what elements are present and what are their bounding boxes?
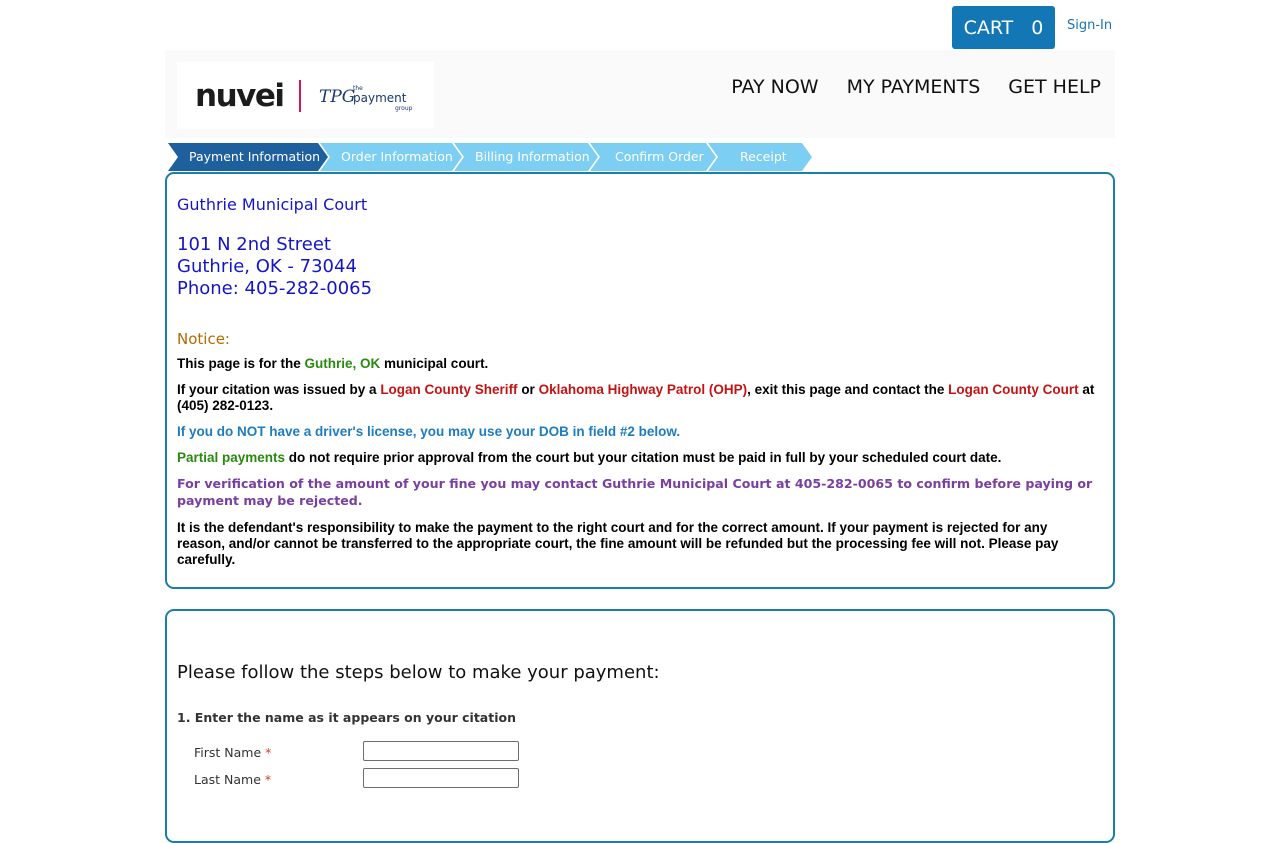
first-name-input[interactable] <box>363 741 519 761</box>
nav-pay-now[interactable]: PAY NOW <box>731 76 818 98</box>
tpg-group: group <box>395 105 413 112</box>
nav-get-help[interactable]: GET HELP <box>1008 76 1101 98</box>
court-info-panel: Guthrie Municipal Court 101 N 2nd Street… <box>165 172 1115 589</box>
progress-steps: Payment Information Order Information Bi… <box>168 143 818 171</box>
court-address-line1: 101 N 2nd Street <box>177 234 331 255</box>
nav-my-payments[interactable]: MY PAYMENTS <box>847 76 981 98</box>
tpg-mark: TPG <box>319 87 355 107</box>
step1-label: 1. Enter the name as it appears on your … <box>177 710 516 725</box>
court-phone: Phone: 405-282-0065 <box>177 278 373 299</box>
notice-responsibility: It is the defendant's responsibility to … <box>177 520 1059 567</box>
step-payment-information[interactable]: Payment Information <box>189 149 320 164</box>
notice-court-scope: This page is for the Guthrie, OK municip… <box>177 356 489 371</box>
step-billing-information[interactable]: Billing Information <box>475 149 590 164</box>
form-title: Please follow the steps below to make yo… <box>177 662 660 683</box>
required-mark: * <box>264 772 272 787</box>
tpg-logo-icon: TPG the payment group <box>319 85 413 112</box>
payment-form-panel: Please follow the steps below to make yo… <box>165 609 1115 843</box>
sign-in-link[interactable]: Sign-In <box>1067 18 1112 33</box>
step-order-information[interactable]: Order Information <box>341 149 453 164</box>
cart-count: 0 <box>1031 16 1044 39</box>
step-receipt[interactable]: Receipt <box>740 149 787 164</box>
main-nav: PAY NOW MY PAYMENTS GET HELP <box>731 76 1101 98</box>
last-name-label: Last Name * <box>194 772 272 787</box>
logo[interactable]: nuvei TPG the payment group <box>177 62 434 129</box>
court-name: Guthrie Municipal Court <box>177 195 368 214</box>
cart-label: CART <box>963 16 1014 39</box>
step-confirm-order[interactable]: Confirm Order <box>615 149 704 164</box>
notice-verification: For verification of the amount of your f… <box>177 476 1093 508</box>
notice-heading: Notice: <box>177 330 230 348</box>
notice-other-agencies: If your citation was issued by a Logan C… <box>177 382 1095 413</box>
cart-button[interactable]: CART 0 <box>952 6 1055 49</box>
notice-dob: If you do NOT have a driver's license, y… <box>177 424 681 439</box>
last-name-input[interactable] <box>363 768 519 788</box>
court-address-line2: Guthrie, OK - 73044 <box>177 256 357 277</box>
required-mark: * <box>265 745 272 760</box>
site-header: nuvei TPG the payment group PAY NOW MY P… <box>165 50 1115 138</box>
tpg-payment: payment <box>353 91 407 105</box>
first-name-label: First Name * <box>194 745 272 760</box>
logo-divider <box>299 80 301 112</box>
notice-partial-payments: Partial payments do not require prior ap… <box>177 450 1002 465</box>
nuvei-logo-text: nuvei <box>195 78 285 114</box>
top-bar: CART 0 Sign-In <box>0 0 1280 50</box>
